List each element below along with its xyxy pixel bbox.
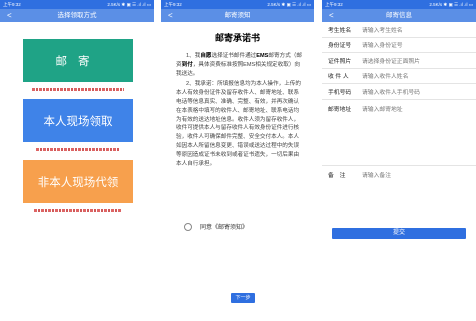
address-input[interactable]: 请输入邮寄地址 <box>362 104 476 113</box>
notice-heading: 邮寄承诺书 <box>214 33 260 43</box>
field-label: 考生姓名 <box>328 27 352 34</box>
mail-option-button[interactable]: 邮寄 <box>23 39 133 82</box>
redacted-text <box>36 148 120 151</box>
name-input[interactable]: 请输入考生姓名 <box>362 25 476 34</box>
redacted-text <box>34 209 122 212</box>
photo-picker[interactable]: 请选择身份证正面照片 <box>362 56 476 65</box>
screen-choose-method: 上午9:32 2.5K/s ✱ ▣ ☰ .ıl .ıl ▭ < 选择领取方式 邮… <box>0 0 154 321</box>
screen-mail-info: 上午9:32 2.5K/s ✱ ▣ ☰ .ıl .ıl ▭ < 邮寄信息 考生姓… <box>322 0 476 321</box>
redacted-text <box>32 88 124 91</box>
agree-checkbox[interactable]: 同意《邮寄须知》 <box>184 222 248 231</box>
form-row-photo[interactable]: 证件照片 请选择身份证正面照片 <box>322 53 476 69</box>
page-title: 邮寄信息 <box>386 12 412 19</box>
form-row-recipient[interactable]: 收 件 人 请输入收件人姓名 <box>322 69 476 84</box>
remark-input[interactable]: 请输入备注 <box>362 170 476 179</box>
status-time: 上午9:32 <box>3 2 21 7</box>
form-row-name[interactable]: 考生姓名 请输入考生姓名 <box>322 22 476 38</box>
proxy-pickup-button[interactable]: 非本人现场代领 <box>23 160 133 203</box>
back-icon[interactable]: < <box>329 9 334 22</box>
page-title: 邮寄须知 <box>224 12 251 19</box>
page-title: 选择领取方式 <box>57 12 97 19</box>
field-label: 证件照片 <box>328 58 352 65</box>
back-icon[interactable]: < <box>7 9 12 22</box>
notice-body: 1、我自愿选择证书邮件通过EMS邮寄方式（邮资到付，具体资费标准按照EMS相关规… <box>176 52 304 170</box>
status-icons: 2.5K/s ✱ ▣ ☰ .ıl .ıl ▭ <box>107 2 151 7</box>
field-label: 收 件 人 <box>328 74 349 81</box>
agree-label: 同意《邮寄须知》 <box>200 225 249 231</box>
field-label: 备 注 <box>328 172 346 179</box>
notice-paragraph-2: 2、我承诺：所填报信息均为本人操作，上传的本人有效身份证件及留存收件人、邮寄地址… <box>176 81 301 167</box>
nav-bar: < 邮寄须知 <box>161 9 314 22</box>
nav-bar: < 邮寄信息 <box>322 9 476 22</box>
radio-icon[interactable] <box>184 222 192 231</box>
status-icons: 2.5K/s ✱ ▣ ☰ .ıl .ıl ▭ <box>429 2 473 7</box>
phone-input[interactable]: 请输入收件人手机号码 <box>362 87 476 96</box>
id-input[interactable]: 请输入身份证号 <box>362 40 476 49</box>
form-row-phone[interactable]: 手机号码 请输入收件人手机号码 <box>322 84 476 100</box>
submit-button[interactable]: 提交 <box>332 228 466 239</box>
status-time: 上午9:32 <box>164 2 182 7</box>
next-button[interactable]: 下一步 <box>231 293 255 303</box>
notice-paragraph-1: 1、我自愿选择证书邮件通过EMS邮寄方式（邮资到付，具体资费标准按照EMS相关规… <box>176 53 302 77</box>
recipient-input[interactable]: 请输入收件人姓名 <box>362 71 476 80</box>
field-label: 手机号码 <box>328 89 352 96</box>
field-label: 身份证号 <box>328 43 352 50</box>
status-bar: 上午9:32 2.5K/s ✱ ▣ ☰ .ıl .ıl ▭ <box>0 0 154 9</box>
form-row-remark[interactable]: 备 注 请输入备注 <box>322 166 476 218</box>
screen-mail-notice: 上午9:32 2.5K/s ✱ ▣ ☰ .ıl .ıl ▭ < 邮寄须知 邮寄承… <box>161 0 314 321</box>
nav-bar: < 选择领取方式 <box>0 9 154 22</box>
back-icon[interactable]: < <box>168 9 173 22</box>
field-label: 邮寄地址 <box>328 106 352 113</box>
form-row-address[interactable]: 邮寄地址 请输入邮寄地址 <box>322 100 476 166</box>
status-bar: 上午9:32 2.5K/s ✱ ▣ ☰ .ıl .ıl ▭ <box>322 0 476 9</box>
status-icons: 2.5K/s ✱ ▣ ☰ .ıl .ıl ▭ <box>267 2 311 7</box>
status-time: 上午9:32 <box>325 2 343 7</box>
status-bar: 上午9:32 2.5K/s ✱ ▣ ☰ .ıl .ıl ▭ <box>161 0 314 9</box>
form-row-id[interactable]: 身份证号 请输入身份证号 <box>322 38 476 53</box>
self-pickup-button[interactable]: 本人现场领取 <box>23 99 133 142</box>
